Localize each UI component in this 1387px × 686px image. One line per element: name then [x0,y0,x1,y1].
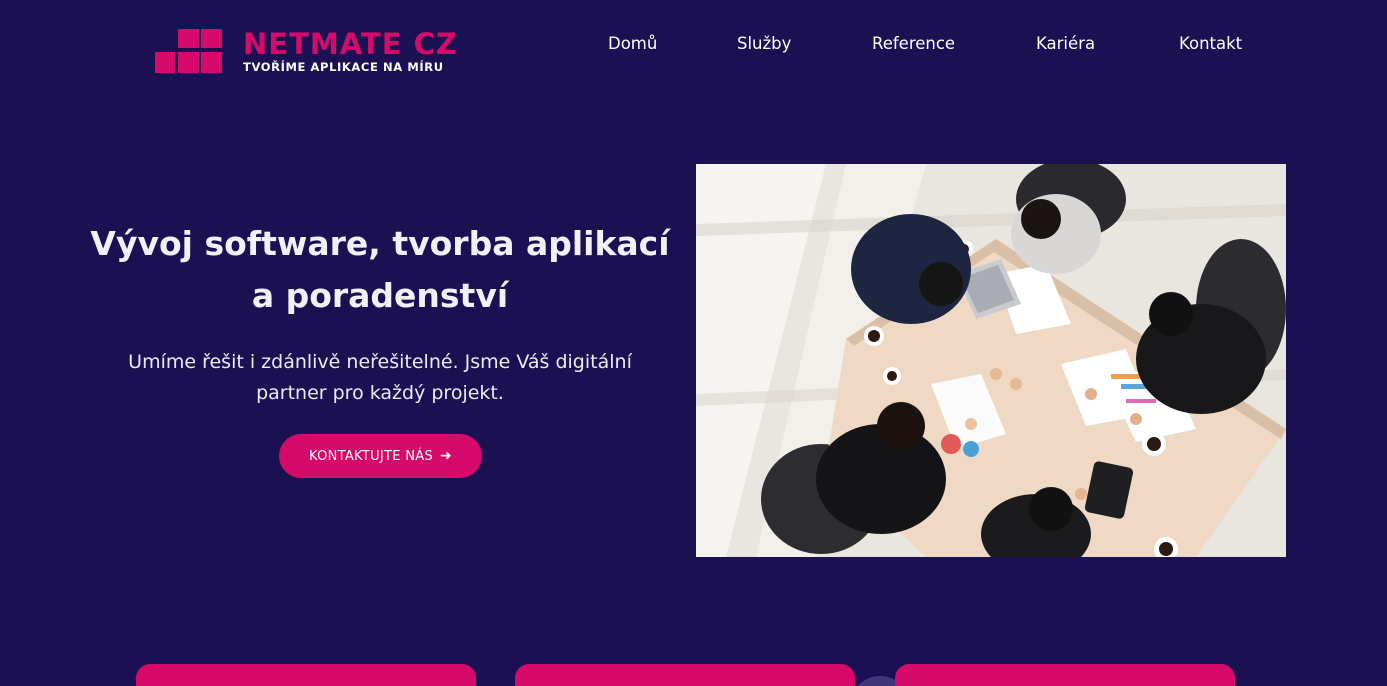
service-card[interactable] [895,664,1235,686]
nav-item-sluzby[interactable]: Služby [737,33,791,55]
hero-title: Vývoj software, tvorba aplikací a porade… [90,224,670,315]
main-nav: Domů Služby Reference Kariéra Kontakt [0,33,1387,55]
nav-item-reference[interactable]: Reference [872,33,955,55]
nav-item-domu[interactable]: Domů [608,33,657,55]
logo-tagline: TVOŘÍME APLIKACE NA MÍRU [243,60,444,74]
nav-item-kontakt[interactable]: Kontakt [1179,33,1242,55]
hero-text: Vývoj software, tvorba aplikací a porade… [90,218,670,409]
service-card[interactable] [136,664,476,686]
nav-item-kariera[interactable]: Kariéra [1036,33,1095,55]
contact-us-button[interactable]: KONTAKTUJTE NÁS ➜ [279,434,482,478]
hero-subtitle: Umíme řešit i zdánlivě neřešitelné. Jsme… [128,351,632,404]
service-card[interactable] [515,664,855,686]
business-meeting-photo [696,164,1286,557]
contact-us-button-label: KONTAKTUJTE NÁS [308,448,434,464]
arrow-right-icon: ➜ [440,448,453,464]
